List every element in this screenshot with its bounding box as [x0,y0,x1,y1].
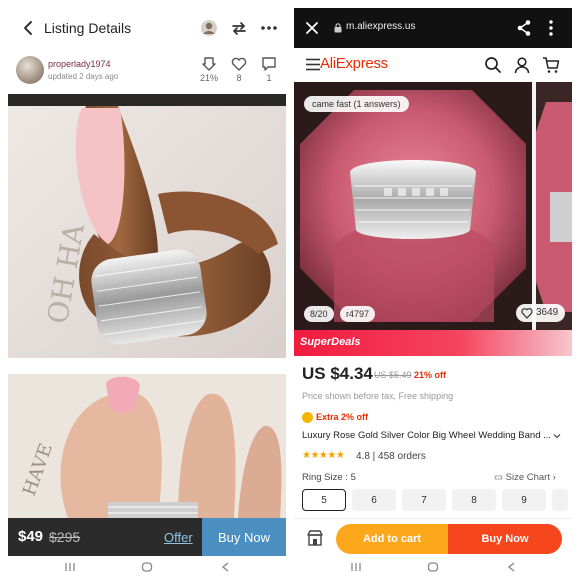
superdeals-banner[interactable]: SuperDeals [294,330,572,356]
like-count: 8 [236,73,242,83]
avatar[interactable] [16,56,44,84]
seller-username[interactable]: properlady1974 [48,59,111,69]
size-options: 5 6 7 8 9 [302,489,572,511]
listing-photo-2[interactable]: HAVE ENTI [8,374,286,518]
search-icon[interactable] [484,56,502,74]
add-to-cart-button[interactable]: Add to cart [336,524,448,554]
offer-link[interactable]: Offer [164,530,193,545]
back-arrow-icon[interactable] [18,18,38,38]
back-icon[interactable] [220,562,232,572]
heart-icon [521,308,533,319]
size-option-partial[interactable] [552,489,568,511]
size-chart-link[interactable]: ▭ Size Chart › [494,472,556,483]
coin-icon [302,412,313,423]
back-icon[interactable] [506,562,518,572]
account-icon[interactable] [513,56,531,74]
page-title: Listing Details [44,20,132,36]
product-gallery[interactable]: came fast (1 answers) 8/20 r4797 3649 [294,82,572,330]
listing-details-screen: Listing Details properlady1974 updated 2… [8,8,286,578]
aliexpress-product-screen: m.aliexpress.us AliExpress came fast (1 … [294,8,572,578]
view-count: r4797 [340,306,376,322]
close-icon[interactable] [304,20,320,36]
discount-badge: 21% off [414,370,447,380]
hamburger-menu-icon[interactable] [306,58,320,71]
size-option[interactable]: 7 [402,489,446,511]
aliexpress-logo[interactable]: AliExpress [320,55,388,72]
size-option[interactable]: 6 [352,489,396,511]
recent-apps-icon[interactable] [64,562,76,572]
listing-photo-1[interactable]: OH HA [8,94,286,358]
price-note: Price shown before tax, Free shipping [302,391,454,401]
price-drop-value: 21% [199,73,218,83]
listing-price: $49 [18,528,44,545]
share-icon[interactable] [516,19,532,37]
closet-avatar-icon[interactable] [198,18,220,38]
superdeals-label: SuperDeals [300,336,361,348]
extra-discount-label: Extra 2% off [316,412,369,422]
size-chart-label: Size Chart [505,472,550,483]
updated-timestamp: updated 2 days ago [48,72,119,81]
rating-summary[interactable]: 4.8 | 458 orders [356,451,426,462]
buy-now-button[interactable]: Buy Now [448,524,562,554]
ruler-icon: ▭ [494,472,506,483]
wishlist-count: 3649 [536,307,559,318]
system-nav-bar [294,556,572,578]
extra-discount[interactable]: Extra 2% off [302,410,368,424]
purchase-bar: Add to cart Buy Now [294,518,572,556]
image-counter: 8/20 [304,306,334,322]
price-drop-stat[interactable]: 21% [196,56,222,83]
more-options-icon[interactable] [548,19,554,37]
heart-icon [231,57,247,71]
comment-count: 1 [266,73,272,83]
ring-on-finger-illustration: OH HA [8,94,286,358]
wishlist-button[interactable]: 3649 [516,304,566,322]
aliexpress-app-bar: AliExpress [294,48,572,82]
original-price: $295 [49,529,81,545]
ring-hand-illustration: HAVE ENTI [8,374,286,518]
recent-apps-icon[interactable] [350,562,362,572]
listing-header: Listing Details [8,8,286,48]
next-image-preview[interactable] [536,82,572,330]
purchase-bar: $49 $295 Offer Buy Now [8,518,286,556]
cart-icon[interactable] [542,56,560,74]
home-icon[interactable] [141,562,153,572]
rating-stars: ★★★★★ [302,450,345,461]
current-price: US $4.34 [302,364,373,383]
like-stat[interactable]: 8 [226,56,252,83]
home-icon[interactable] [427,562,439,572]
ring-size-label: Ring Size : 5 [302,472,356,483]
price-drop-icon [202,57,216,71]
browser-url-bar: m.aliexpress.us [294,8,572,48]
review-chip[interactable]: came fast (1 answers) [304,96,409,112]
ring-box-illustration [294,82,532,330]
product-title[interactable]: Luxury Rose Gold Silver Color Big Wheel … [302,430,552,441]
store-icon[interactable] [306,529,324,547]
size-option[interactable]: 9 [502,489,546,511]
size-option[interactable]: 5 [302,489,346,511]
system-nav-bar [8,556,286,578]
seller-bar: properlady1974 updated 2 days ago 21% 8 … [8,52,286,98]
comment-stat[interactable]: 1 [256,56,282,83]
comment-icon [262,57,276,71]
product-image[interactable] [294,82,532,330]
lock-icon [334,23,342,33]
url-text[interactable]: m.aliexpress.us [346,21,415,32]
ring-box-peek-illustration [536,82,572,330]
size-option[interactable]: 8 [452,489,496,511]
buy-now-button[interactable]: Buy Now [202,518,286,556]
original-price: US $5.49 [374,370,412,380]
more-options-icon[interactable] [258,18,280,38]
share-repost-icon[interactable] [228,18,250,38]
chevron-down-icon[interactable] [552,431,562,441]
